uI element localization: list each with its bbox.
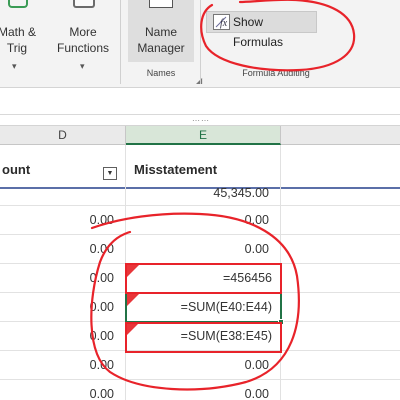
name-manager-button[interactable]: Name Manager xyxy=(128,0,194,62)
cell-e[interactable]: =SUM(E40:E44) xyxy=(126,293,281,322)
more-functions-label-line2: Functions xyxy=(56,41,110,55)
cell-e[interactable]: 0.00 xyxy=(126,235,281,264)
table-row: 45,345.00 xyxy=(0,187,400,206)
chevron-down-icon: ▾ xyxy=(12,61,17,71)
cell-d[interactable]: 0.00 xyxy=(0,293,126,322)
cell-e-value: =SUM(E40:E44) xyxy=(180,300,272,314)
column-header-d[interactable]: D xyxy=(0,126,126,145)
cell-d[interactable]: 0.00 xyxy=(0,264,126,293)
cell-e-value: =SUM(E38:E45) xyxy=(180,329,272,343)
column-header-e[interactable]: E xyxy=(126,126,281,145)
cell-e[interactable]: 0.00 xyxy=(126,380,281,400)
show-formulas-icon: fx xyxy=(213,14,230,30)
formula-bar-divider xyxy=(0,114,400,115)
cell-f[interactable] xyxy=(281,351,400,380)
table-row: 0.00 0.00 xyxy=(0,380,400,400)
table-row: 0.00 =456456 xyxy=(0,264,400,293)
cell-f[interactable] xyxy=(281,380,400,400)
cell-f[interactable] xyxy=(281,189,400,206)
column-header-f[interactable] xyxy=(281,126,400,145)
table-header-amount-label: ount xyxy=(2,162,31,177)
show-formulas-label: Show Formulas xyxy=(233,15,284,49)
group-divider xyxy=(120,0,121,84)
cell-e[interactable]: =456456 xyxy=(126,264,281,293)
math-trig-label-line2: Trig xyxy=(6,41,28,55)
table-header-misstatement-label: Misstatement xyxy=(134,162,218,177)
math-trig-icon xyxy=(8,0,28,8)
error-indicator-icon[interactable] xyxy=(127,294,139,306)
cell-f[interactable] xyxy=(281,322,400,351)
filter-dropdown-icon[interactable]: ▼ xyxy=(103,167,117,180)
worksheet-grid: ount ▼ Misstatement 45,345.00 0.00 0.00 … xyxy=(0,145,400,400)
resize-grip-icon[interactable]: ⋯⋯ xyxy=(192,116,210,125)
names-group-label: Names xyxy=(146,68,176,78)
math-trig-label-line1: Math & xyxy=(0,25,36,39)
cell-f[interactable] xyxy=(281,206,400,235)
name-manager-icon xyxy=(149,0,173,8)
table-header-amount[interactable]: ount ▼ xyxy=(0,145,126,189)
table-row: 0.00 0.00 xyxy=(0,351,400,380)
cell-f[interactable] xyxy=(281,235,400,264)
cell-d[interactable]: 0.00 xyxy=(0,380,126,400)
cell-d[interactable]: 0.00 xyxy=(0,351,126,380)
cell-e[interactable]: =SUM(E38:E45) xyxy=(126,322,281,351)
cell-e[interactable]: 0.00 xyxy=(126,351,281,380)
error-indicator-icon[interactable] xyxy=(127,323,139,335)
table-header-row: ount ▼ Misstatement xyxy=(0,145,400,189)
cell-f[interactable] xyxy=(281,293,400,322)
table-row: 0.00 0.00 xyxy=(0,235,400,264)
cell-d[interactable]: 0.00 xyxy=(0,235,126,264)
show-formulas-button[interactable]: fx Show Formulas xyxy=(206,11,317,49)
cell-d[interactable]: 0.00 xyxy=(0,322,126,351)
cell-f[interactable] xyxy=(281,264,400,293)
more-functions-label-line1: More xyxy=(69,25,97,39)
formula-auditing-group-label: Formula Auditing xyxy=(242,68,310,78)
cell-d[interactable] xyxy=(0,189,126,206)
name-manager-label-line1: Name xyxy=(144,25,177,39)
math-trig-button[interactable]: Math & Trig ▾ xyxy=(0,0,40,72)
ribbon: Math & Trig ▾ More Functions ▾ Name Mana… xyxy=(0,0,400,88)
chevron-down-icon: ▾ xyxy=(80,61,85,71)
table-header-misstatement[interactable]: Misstatement xyxy=(126,145,281,189)
group-divider xyxy=(200,0,201,84)
cell-e[interactable]: 0.00 xyxy=(126,206,281,235)
table-row: 0.00 =SUM(E38:E45) xyxy=(0,322,400,351)
name-manager-label-line2: Manager xyxy=(137,41,185,55)
cell-d[interactable]: 0.00 xyxy=(0,206,126,235)
table-row: 0.00 =SUM(E40:E44) xyxy=(0,293,400,322)
more-functions-icon xyxy=(73,0,95,8)
table-row: 0.00 0.00 xyxy=(0,206,400,235)
more-functions-button[interactable]: More Functions ▾ xyxy=(54,0,112,72)
cell-e-value: =456456 xyxy=(222,271,272,285)
cell-e[interactable]: 45,345.00 xyxy=(126,187,281,206)
svg-text:fx: fx xyxy=(220,18,228,29)
error-indicator-icon[interactable] xyxy=(127,265,139,277)
